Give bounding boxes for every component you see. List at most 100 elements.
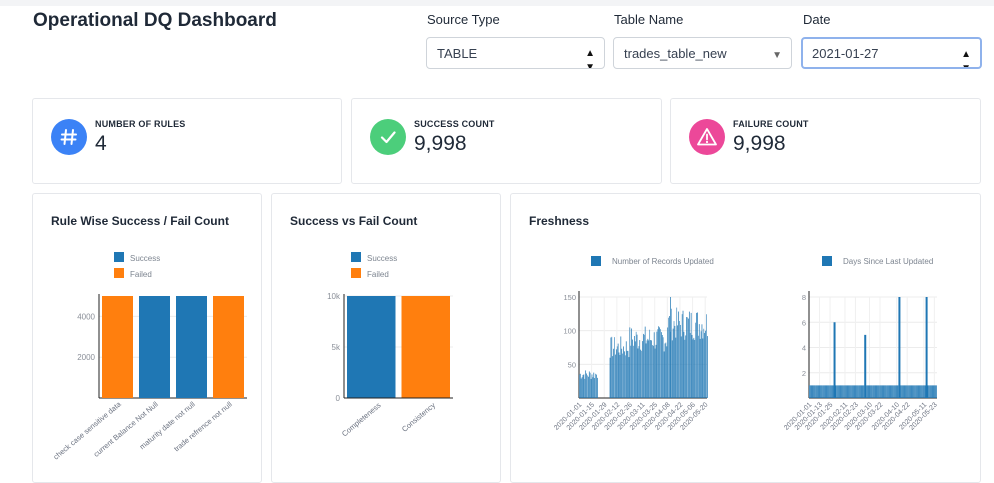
bar: [635, 331, 637, 398]
date-select[interactable]: 2021-01-27 ▲ ▼: [801, 37, 982, 69]
bar: [658, 326, 660, 398]
bar: [698, 324, 700, 398]
bar: [916, 385, 918, 398]
bar: [139, 296, 170, 398]
legend-label-success: Success: [130, 254, 160, 263]
bar: [633, 336, 635, 398]
table-name-value: trades_table_new: [624, 46, 727, 61]
bar: [816, 385, 817, 398]
bar: [680, 336, 682, 398]
x-tick-label: current Balance Not Null: [92, 399, 160, 458]
bar: [655, 344, 657, 398]
rules-card: NUMBER OF RULES 4: [32, 98, 342, 184]
page-title: Operational DQ Dashboard: [33, 10, 277, 31]
bar: [904, 385, 906, 398]
bar: [889, 385, 891, 398]
bar: [919, 385, 921, 398]
source-type-label: Source Type: [427, 12, 500, 27]
bar: [848, 385, 850, 398]
bar: [929, 385, 930, 398]
source-type-select[interactable]: TABLE ▲ ▼: [426, 37, 605, 69]
bar: [700, 331, 702, 398]
bar: [694, 339, 696, 398]
legend-swatch-success: [351, 252, 361, 262]
bar: [875, 385, 877, 398]
bar: [853, 385, 855, 398]
bar: [622, 353, 623, 398]
legend-swatch: [822, 256, 832, 266]
bar: [623, 346, 624, 398]
bar: [594, 378, 596, 398]
bar: [908, 385, 909, 398]
bar: [818, 385, 820, 398]
bar: [809, 385, 810, 398]
bar: [588, 371, 590, 398]
bar: [686, 317, 687, 398]
bar: [861, 385, 863, 398]
bar: [699, 338, 701, 398]
bar: [661, 332, 662, 398]
bar: [589, 372, 591, 398]
bar: [624, 355, 626, 398]
bar: [609, 357, 611, 398]
bar: [871, 385, 872, 398]
bar: [643, 334, 645, 398]
bar: [936, 385, 937, 398]
bar: [615, 354, 616, 398]
freshness-card: Freshness Number of Records Updated 50 100…: [510, 193, 981, 483]
bar: [852, 385, 854, 398]
bar: [831, 385, 833, 398]
bar: [914, 385, 915, 398]
bar: [621, 348, 623, 398]
bar: [911, 385, 913, 398]
warning-icon: [689, 119, 725, 155]
bar: [829, 385, 830, 398]
bar: [896, 385, 898, 398]
failure-card: FAILURE COUNT 9,998: [670, 98, 981, 184]
bar: [649, 329, 651, 398]
bar: [670, 308, 672, 398]
bar: [873, 385, 875, 398]
bar: [628, 357, 630, 398]
bar: [647, 338, 649, 398]
bar: [629, 327, 631, 398]
bar: [347, 296, 396, 398]
bar: [672, 328, 674, 398]
bar: [833, 322, 836, 398]
bar: [858, 385, 860, 398]
bar: [812, 385, 814, 398]
x-tick-label: Completeness: [340, 400, 383, 438]
bar: [651, 340, 652, 398]
bar: [867, 385, 869, 398]
bar: [826, 385, 828, 398]
bar: [897, 385, 899, 398]
bar: [693, 337, 695, 398]
bar: [908, 385, 910, 398]
bar: [901, 385, 902, 398]
top-shade: [0, 0, 994, 6]
bar: [684, 339, 686, 398]
bar: [636, 334, 638, 398]
bar: [868, 385, 870, 398]
bar: [887, 385, 889, 398]
bar: [634, 341, 636, 398]
bar: [662, 337, 664, 398]
bar: [665, 342, 667, 398]
bar: [638, 346, 640, 398]
bar: [811, 385, 813, 398]
bar: [917, 385, 919, 398]
bar: [887, 385, 888, 398]
x-tick-label: check case sensitive data: [52, 399, 124, 461]
bar: [625, 341, 627, 398]
freshness-chart: Number of Records Updated501001502020-01…: [553, 256, 939, 432]
bar: [906, 385, 908, 398]
bar: [618, 352, 620, 398]
bar: [905, 385, 907, 398]
bar: [690, 312, 692, 398]
failure-label: FAILURE COUNT: [733, 119, 809, 129]
bar: [627, 350, 629, 398]
bar: [837, 385, 839, 398]
success-vs-fail-card: Success vs Fail Count Success Failed 0 5k 10…: [271, 193, 501, 483]
bar: [650, 340, 651, 398]
table-name-select[interactable]: trades_table_new ▼: [613, 37, 792, 69]
